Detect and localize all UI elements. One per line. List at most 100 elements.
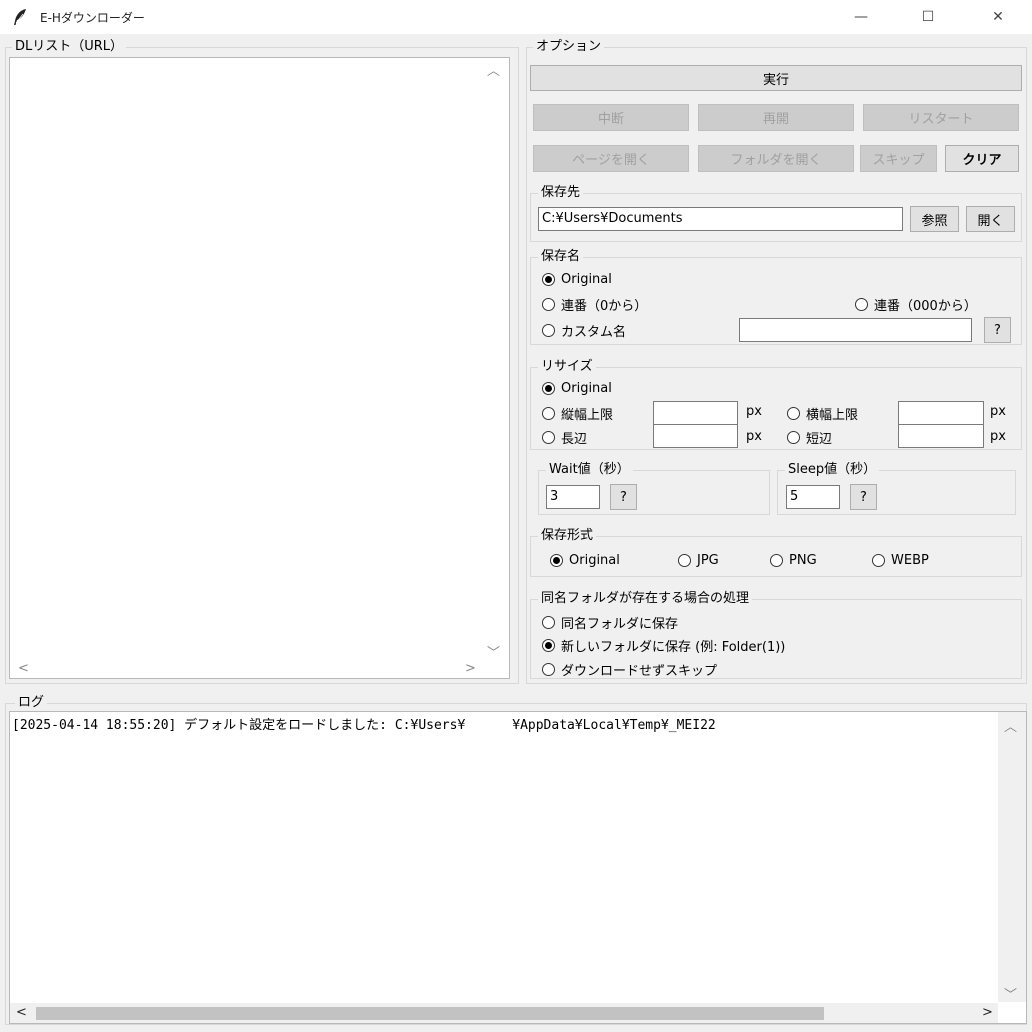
- save-dest-label: 保存先: [538, 185, 584, 201]
- log-vertical-scrollbar[interactable]: [998, 712, 1026, 1002]
- same-folder-save-new-radio[interactable]: 新しいフォルダに保存 (例: Folder(1)): [542, 636, 785, 655]
- dl-list-scroll-up-icon[interactable]: ︿: [487, 60, 500, 79]
- short-side-unit: px: [990, 429, 1006, 444]
- save-name-original-radio[interactable]: Original: [542, 272, 612, 287]
- resize-long-side-radio[interactable]: 長辺: [542, 428, 587, 447]
- radio-icon: [542, 431, 555, 444]
- resume-button[interactable]: 再開: [698, 104, 854, 131]
- save-name-serial000-radio[interactable]: 連番（000から）: [855, 295, 977, 314]
- radio-icon: [542, 298, 555, 311]
- open-page-button[interactable]: ページを開く: [533, 145, 689, 172]
- run-button[interactable]: 実行: [530, 65, 1022, 91]
- save-name-custom-radio[interactable]: カスタム名: [542, 321, 626, 340]
- radio-icon: [678, 554, 691, 567]
- close-button[interactable]: ✕: [975, 0, 1021, 34]
- height-max-unit: px: [746, 404, 762, 419]
- resize-label: リサイズ: [538, 359, 596, 375]
- sleep-label: Sleep値（秒）: [785, 462, 880, 478]
- save-name-serial000-label: 連番（000から）: [874, 299, 977, 314]
- wait-label: Wait値（秒）: [546, 462, 633, 478]
- same-folder-skip-radio[interactable]: ダウンロードせずスキップ: [542, 660, 717, 679]
- format-png-radio[interactable]: PNG: [770, 553, 817, 568]
- radio-selected-icon: [550, 554, 563, 567]
- sleep-help-button[interactable]: ?: [850, 484, 877, 510]
- resize-original-label: Original: [561, 381, 612, 396]
- radio-selected-icon: [542, 382, 555, 395]
- save-name-serial0-radio[interactable]: 連番（0から）: [542, 295, 647, 314]
- same-folder-save-new-label: 新しいフォルダに保存 (例: Folder(1)): [561, 640, 786, 655]
- minimize-button[interactable]: —: [838, 0, 884, 34]
- radio-icon: [770, 554, 783, 567]
- radio-icon: [787, 431, 800, 444]
- long-side-input[interactable]: [653, 424, 738, 448]
- close-icon: ✕: [992, 9, 1004, 25]
- radio-icon: [542, 324, 555, 337]
- maximize-icon: ☐: [921, 9, 935, 25]
- dl-list-scroll-down-icon[interactable]: ﹀: [487, 642, 500, 661]
- radio-icon: [542, 663, 555, 676]
- dl-list-scroll-left-icon[interactable]: <: [18, 661, 29, 676]
- abort-button[interactable]: 中断: [533, 104, 689, 131]
- width-max-unit: px: [990, 404, 1006, 419]
- short-side-input[interactable]: [898, 424, 984, 448]
- log-line: [2025-04-14 18:55:20] デフォルト設定をロードしました: C…: [12, 718, 716, 733]
- resize-long-side-label: 長辺: [561, 432, 588, 447]
- radio-icon: [787, 407, 800, 420]
- height-max-input[interactable]: [653, 401, 738, 425]
- resize-height-max-label: 縦幅上限: [561, 408, 614, 423]
- format-original-radio[interactable]: Original: [550, 553, 620, 568]
- long-side-unit: px: [746, 429, 762, 444]
- clear-button[interactable]: クリア: [945, 145, 1019, 172]
- resize-width-max-radio[interactable]: 横幅上限: [787, 404, 858, 423]
- radio-icon: [542, 616, 555, 629]
- radio-selected-icon: [542, 639, 555, 652]
- wait-help-button[interactable]: ?: [610, 484, 637, 510]
- skip-button[interactable]: スキップ: [860, 145, 937, 172]
- format-png-label: PNG: [789, 553, 817, 568]
- minimize-icon: —: [854, 9, 868, 25]
- dl-list-scroll-right-icon[interactable]: >: [465, 661, 476, 676]
- format-webp-label: WEBP: [891, 553, 929, 568]
- width-max-input[interactable]: [898, 401, 984, 425]
- same-folder-save-same-radio[interactable]: 同名フォルダに保存: [542, 613, 678, 632]
- save-name-serial0-label: 連番（0から）: [561, 299, 648, 314]
- format-jpg-label: JPG: [697, 553, 719, 568]
- save-dest-input[interactable]: C:¥Users¥Documents: [538, 207, 903, 231]
- restart-button[interactable]: リスタート: [863, 104, 1019, 131]
- open-folder-button[interactable]: フォルダを開く: [698, 145, 854, 172]
- resize-original-radio[interactable]: Original: [542, 381, 612, 396]
- title-bar: E-Hダウンローダー — ☐ ✕: [0, 0, 1032, 34]
- same-folder-save-same-label: 同名フォルダに保存: [561, 617, 679, 632]
- format-webp-radio[interactable]: WEBP: [872, 553, 929, 568]
- log-textarea[interactable]: [2025-04-14 18:55:20] デフォルト設定をロードしました: C…: [9, 711, 1027, 1024]
- save-name-label: 保存名: [538, 249, 584, 265]
- radio-icon: [872, 554, 885, 567]
- wait-input[interactable]: 3: [546, 485, 600, 509]
- log-horizontal-scroll-thumb[interactable]: [36, 1007, 824, 1020]
- resize-height-max-radio[interactable]: 縦幅上限: [542, 404, 613, 423]
- window-title: E-Hダウンローダー: [40, 11, 145, 25]
- format-jpg-radio[interactable]: JPG: [678, 553, 719, 568]
- log-scroll-up-icon[interactable]: ︿: [1004, 716, 1017, 735]
- radio-selected-icon: [542, 273, 555, 286]
- custom-name-input[interactable]: [739, 318, 972, 342]
- resize-width-max-label: 横幅上限: [806, 408, 859, 423]
- sleep-input[interactable]: 5: [786, 485, 840, 509]
- format-label: 保存形式: [538, 528, 597, 544]
- open-dest-button[interactable]: 開く: [966, 206, 1015, 232]
- feather-icon: [14, 9, 26, 25]
- log-scroll-down-icon[interactable]: ﹀: [1004, 984, 1017, 1003]
- dl-list-textarea[interactable]: [9, 57, 510, 679]
- resize-short-side-radio[interactable]: 短辺: [787, 428, 832, 447]
- log-scroll-right-icon[interactable]: >: [982, 1005, 993, 1020]
- log-scroll-left-icon[interactable]: <: [16, 1005, 27, 1020]
- options-label: オプション: [533, 39, 605, 55]
- custom-name-help-button[interactable]: ?: [984, 317, 1011, 343]
- save-name-original-label: Original: [561, 272, 612, 287]
- dl-list-label: DLリスト（URL）: [12, 39, 127, 55]
- maximize-button[interactable]: ☐: [905, 0, 951, 34]
- format-original-label: Original: [569, 553, 620, 568]
- browse-button[interactable]: 参照: [910, 206, 959, 232]
- options-frame: [526, 47, 1027, 684]
- radio-icon: [855, 298, 868, 311]
